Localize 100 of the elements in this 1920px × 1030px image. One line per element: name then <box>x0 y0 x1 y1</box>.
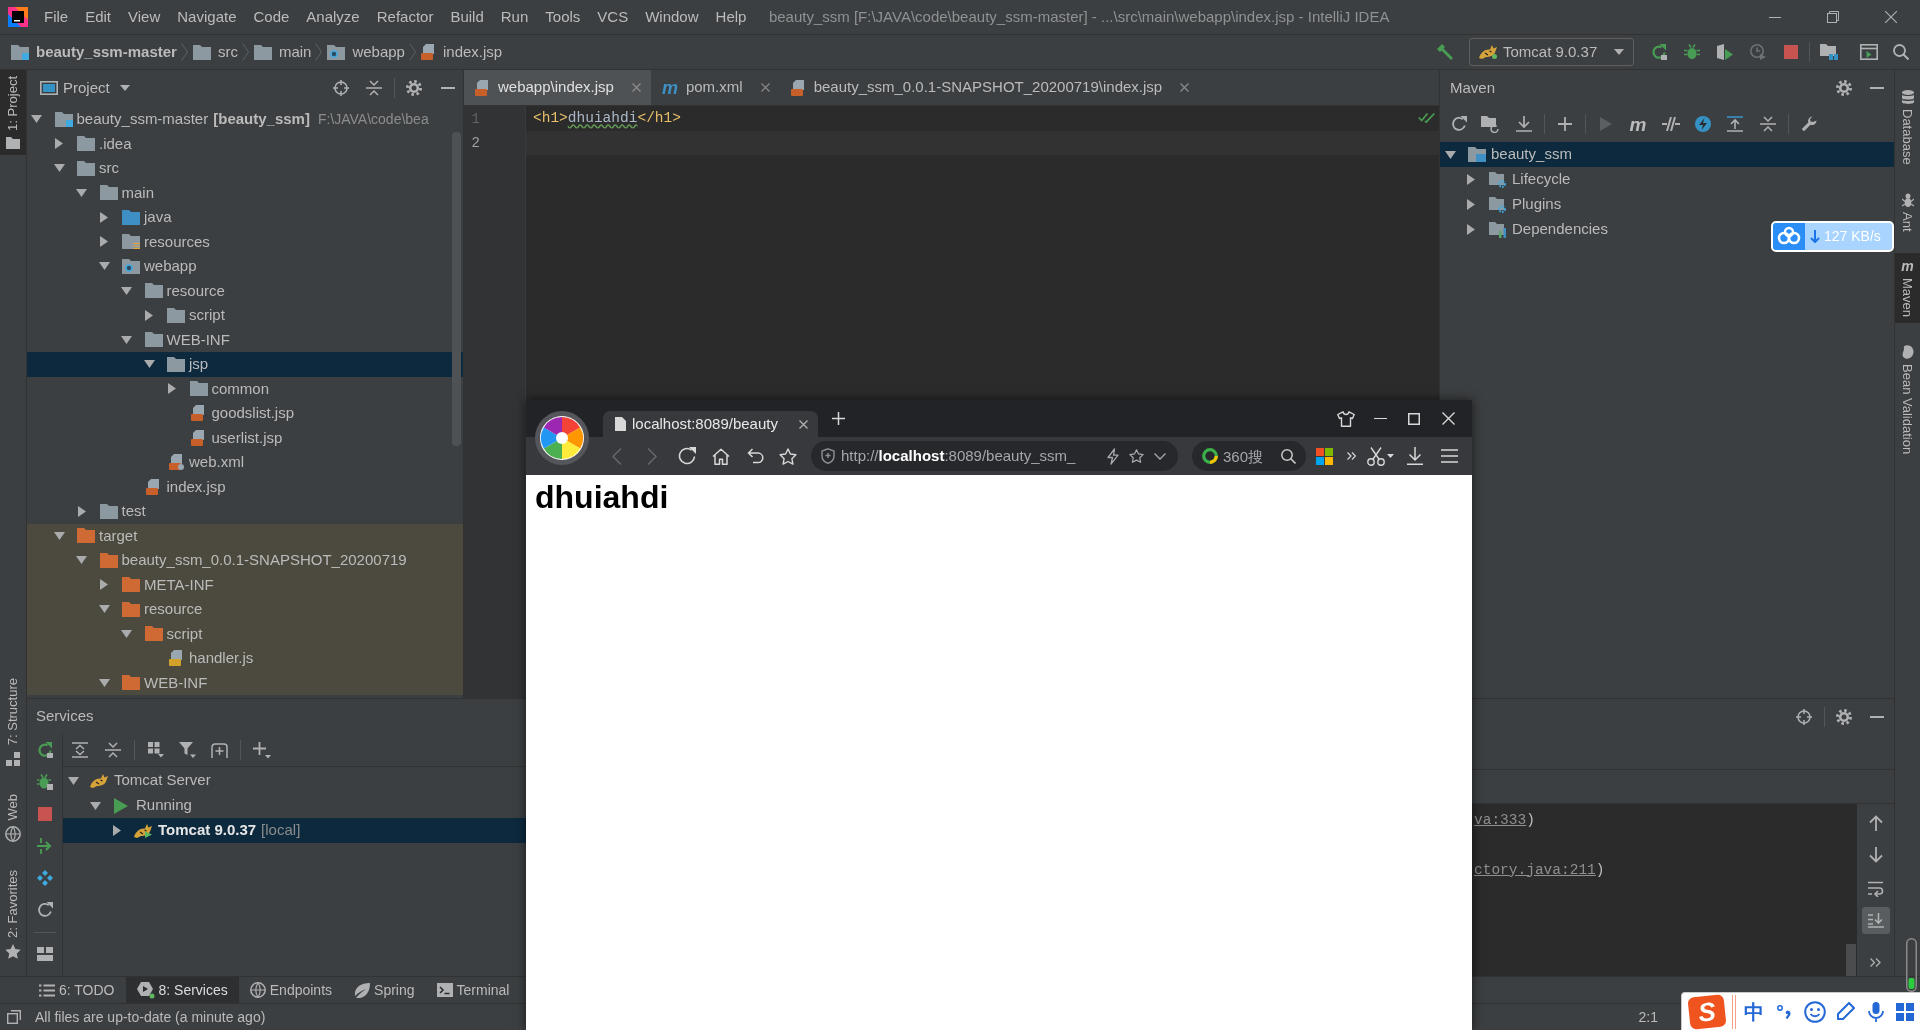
caret-down-icon[interactable] <box>98 678 110 687</box>
breadcrumb-item[interactable]: src <box>192 35 238 69</box>
caret-down-icon[interactable] <box>98 605 110 614</box>
window-play-icon[interactable] <box>1860 44 1878 60</box>
settings-icon[interactable] <box>406 80 422 96</box>
caret-right-icon[interactable] <box>113 825 121 836</box>
caret-down-icon[interactable] <box>1387 454 1394 458</box>
caret-down-icon[interactable] <box>53 531 65 540</box>
console-link[interactable]: va:333 <box>1474 811 1527 828</box>
caret-right-icon[interactable] <box>1467 224 1475 235</box>
plus-icon[interactable] <box>1558 117 1572 131</box>
tab-plus-icon[interactable] <box>210 742 228 758</box>
undo-icon[interactable] <box>746 448 764 464</box>
tree-item[interactable]: test <box>27 499 463 524</box>
caret-down-icon[interactable] <box>31 115 42 124</box>
soft-wrap-icon[interactable] <box>1867 881 1884 897</box>
tree-item[interactable]: beauty_ssm-master [beauty_ssm] F:\JAVA\code\bea <box>27 107 463 132</box>
punctuation-icon[interactable] <box>1777 1004 1791 1019</box>
tool-window-tab[interactable]: 2: Favorites <box>0 864 26 965</box>
tree-item[interactable]: webapp <box>27 254 463 279</box>
tree-item[interactable]: userlist.jsp <box>27 425 463 450</box>
tree-item[interactable]: Tomcat Server <box>63 768 526 793</box>
star-icon[interactable] <box>1129 449 1144 463</box>
collapse-all-icon[interactable] <box>105 742 121 758</box>
tree-item[interactable]: WEB-INF <box>27 327 463 352</box>
close-icon[interactable] <box>799 419 808 429</box>
diamonds-icon[interactable] <box>36 870 53 886</box>
refresh-icon[interactable] <box>1451 116 1467 132</box>
caret-right-icon[interactable] <box>145 309 153 321</box>
reload-icon[interactable] <box>678 447 696 465</box>
apps-icon[interactable] <box>1315 447 1333 465</box>
tree-item[interactable]: target <box>27 523 463 548</box>
circular-arrow-icon[interactable] <box>1651 44 1667 60</box>
maximize-icon[interactable] <box>1408 412 1420 425</box>
input-mode-toggle[interactable]: 中 <box>1744 1001 1764 1022</box>
caret-right-icon[interactable] <box>77 505 86 517</box>
shirt-icon[interactable] <box>1337 410 1355 427</box>
filter-icon[interactable] <box>178 742 196 758</box>
close-icon[interactable] <box>1885 11 1897 23</box>
folder-refresh-icon[interactable] <box>1481 115 1499 133</box>
caret-down-icon[interactable] <box>143 360 155 369</box>
ime-logo[interactable]: S <box>1687 993 1727 1030</box>
menu-item[interactable]: Navigate <box>168 0 245 34</box>
tree-item[interactable]: src <box>27 156 463 181</box>
tree-item[interactable]: script <box>27 303 463 328</box>
caret-position[interactable]: 2:1 <box>1638 1006 1658 1028</box>
tree-item[interactable]: META-INF <box>27 572 463 597</box>
arrow-right-icon[interactable] <box>37 838 52 854</box>
menu-item[interactable]: View <box>119 0 169 34</box>
tool-window-tab[interactable]: Spring <box>343 977 426 1003</box>
tree-item[interactable]: beauty_ssm <box>1440 142 1894 167</box>
hammer-icon[interactable] <box>1437 44 1453 60</box>
tool-window-tab[interactable]: Endpoints <box>238 977 344 1003</box>
tree-item[interactable]: Running <box>63 793 526 818</box>
tree-item[interactable]: resource <box>27 597 463 622</box>
tool-window-tab[interactable]: 8: Services <box>125 977 239 1003</box>
menu-item[interactable]: Window <box>636 0 708 34</box>
bug-icon[interactable] <box>36 774 53 790</box>
microphone-icon[interactable] <box>1868 1001 1884 1022</box>
caret-down-icon[interactable] <box>76 188 87 197</box>
tree-item[interactable]: jsp <box>27 352 463 377</box>
download-icon[interactable] <box>1407 447 1423 465</box>
star-icon[interactable] <box>779 447 797 465</box>
tool-window-tab[interactable]: Database <box>1895 84 1920 171</box>
crosshair-icon[interactable] <box>333 80 349 96</box>
tree-item[interactable]: web.xml <box>27 450 463 475</box>
search-field[interactable]: 360搜 <box>1192 441 1306 471</box>
caret-down-icon[interactable] <box>1444 150 1456 159</box>
plus-icon[interactable] <box>253 741 271 759</box>
caret-down-icon[interactable] <box>53 164 65 173</box>
tree-item[interactable]: .idea <box>27 131 463 156</box>
editor-tab[interactable]: m pom.xml <box>650 70 780 105</box>
scrollbar[interactable] <box>1846 944 1856 976</box>
caret-down-icon[interactable] <box>121 335 132 344</box>
circular-arrow-icon[interactable] <box>36 742 53 758</box>
settings-icon[interactable] <box>1836 708 1852 725</box>
breadcrumb-item[interactable]: webapp <box>327 35 405 69</box>
tree-item[interactable]: beauty_ssm_0.0.1-SNAPSHOT_20200719 <box>27 548 463 573</box>
tool-window-tab[interactable]: 1: Project <box>0 70 26 155</box>
folder-squares-icon[interactable] <box>1820 44 1838 60</box>
arrow-down-icon[interactable] <box>1868 847 1883 863</box>
tree-item[interactable]: common <box>27 376 463 401</box>
chevron-down-icon[interactable] <box>1154 452 1166 460</box>
tree-item[interactable]: resource <box>27 278 463 303</box>
tree-item[interactable]: Dependencies <box>1440 217 1616 242</box>
download-icon[interactable] <box>1516 116 1532 132</box>
grid-icon[interactable] <box>1896 1002 1914 1021</box>
tree-item[interactable]: Tomcat 9.0.37 [local] <box>63 818 526 843</box>
bug-icon[interactable] <box>1684 44 1700 60</box>
tree-item[interactable]: goodslist.jsp <box>27 401 463 426</box>
editor-tab[interactable]: webapp\index.jsp <box>464 70 651 105</box>
console-link[interactable]: ctory.java:211 <box>1474 861 1596 878</box>
menu-item[interactable]: Edit <box>76 0 120 34</box>
tree-item[interactable]: Plugins <box>1440 192 1570 217</box>
restore-icon[interactable] <box>1827 11 1839 23</box>
menu-item[interactable]: Analyze <box>297 0 369 34</box>
tool-window-tab[interactable]: Web <box>0 787 26 849</box>
home-icon[interactable] <box>712 447 730 465</box>
expand-all-icon[interactable] <box>1727 116 1743 132</box>
double-slash-icon[interactable] <box>1662 117 1680 131</box>
